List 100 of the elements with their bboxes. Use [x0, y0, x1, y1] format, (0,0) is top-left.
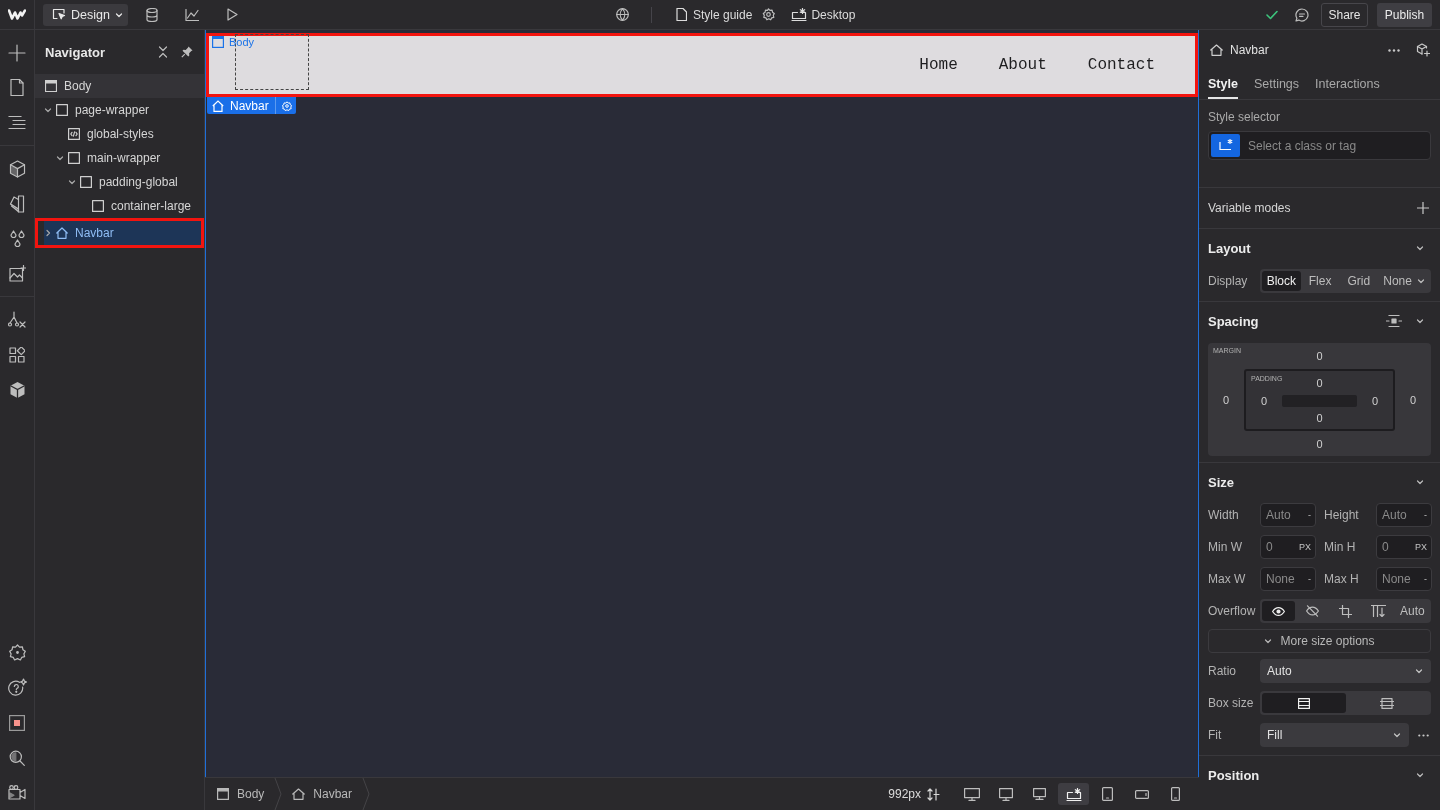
more-icon — [1388, 48, 1400, 52]
create-component-button[interactable] — [1415, 42, 1431, 58]
tablet-icon — [1102, 787, 1113, 801]
search-icon — [9, 749, 25, 766]
settings-icon — [8, 644, 26, 661]
navigator-item[interactable]: container-large — [35, 194, 204, 218]
swatch-icon — [8, 194, 26, 213]
cursor-box-icon — [52, 8, 66, 21]
page-button[interactable]: Style guide — [676, 1, 753, 28]
display-option[interactable]: Block — [1262, 271, 1301, 291]
spacing-icon[interactable] — [1386, 315, 1402, 327]
tab[interactable]: Settings — [1253, 70, 1300, 99]
caret-icon[interactable] — [56, 154, 64, 162]
display-option[interactable]: None — [1378, 271, 1417, 291]
more-size-options-button[interactable]: More size options — [1208, 629, 1431, 653]
display-option[interactable]: Grid — [1339, 271, 1379, 291]
margin-value[interactable]: 0 — [1395, 369, 1431, 431]
section-label: Variable modes — [1208, 201, 1291, 215]
navigator-item[interactable]: global-styles — [35, 122, 204, 146]
logo-icon[interactable] — [8, 9, 26, 20]
caret-icon[interactable] — [1417, 277, 1425, 285]
resize-icon[interactable] — [927, 787, 940, 801]
section-title: Spacing — [1208, 313, 1259, 329]
tag-label: Navbar — [230, 98, 269, 113]
padding-value[interactable]: 0 — [1282, 371, 1357, 395]
flow-icon — [8, 310, 26, 329]
navigator-item[interactable]: page-wrapper — [35, 98, 204, 122]
breakpoint-button[interactable]: Desktop — [791, 1, 856, 28]
margin-value[interactable]: 0 — [1208, 369, 1244, 431]
window-icon — [212, 36, 224, 48]
monitor-star-icon — [1065, 787, 1082, 801]
window-icon — [217, 788, 229, 800]
margin-value[interactable]: 0 — [1244, 431, 1395, 456]
gear-icon — [761, 8, 775, 21]
tab[interactable]: Style — [1208, 70, 1238, 99]
navigator-item[interactable]: padding-global — [35, 170, 204, 194]
margin-value[interactable]: 0 — [1244, 343, 1395, 369]
eye-icon — [1272, 606, 1286, 616]
publish-button[interactable]: Publish — [1377, 2, 1432, 27]
cube-icon — [8, 159, 26, 178]
settings-icon[interactable] — [281, 100, 292, 111]
box-size-option[interactable] — [1262, 693, 1346, 713]
content-box-icon — [1380, 697, 1395, 709]
ratio-dropdown[interactable]: Auto — [1260, 659, 1431, 683]
chevron-icon[interactable] — [1416, 244, 1424, 252]
window-icon — [45, 80, 57, 92]
fit-dropdown[interactable]: Fill — [1260, 723, 1409, 747]
caret-icon — [1264, 637, 1273, 645]
monitor-icon — [998, 787, 1013, 801]
nav-link[interactable]: Contact — [1087, 56, 1155, 74]
navigator-item[interactable]: Body — [35, 74, 204, 98]
chevron-icon[interactable] — [1416, 478, 1424, 486]
display-option[interactable]: Flex — [1300, 271, 1340, 291]
nav-link[interactable]: About — [998, 56, 1047, 74]
chevron-icon[interactable] — [1416, 317, 1424, 325]
unit-label[interactable]: PX — [1415, 542, 1427, 552]
navigator-item[interactable]: Navbar — [35, 218, 204, 248]
padding-value[interactable]: 0 — [1357, 395, 1393, 407]
overflow-option[interactable]: Auto — [1395, 601, 1430, 621]
apps-icon — [9, 346, 25, 363]
caret-icon[interactable] — [44, 106, 52, 114]
home-icon — [212, 99, 224, 112]
pin-icon — [181, 46, 193, 58]
home-icon — [292, 788, 306, 800]
page-icon — [10, 79, 24, 96]
element-label: Body — [229, 36, 255, 48]
property-label: Max W — [1208, 572, 1247, 586]
pin-button[interactable] — [180, 45, 194, 59]
padding-value[interactable]: 0 — [1246, 395, 1282, 407]
home-icon — [56, 227, 68, 239]
eye-off-icon — [1305, 605, 1319, 617]
square-icon — [68, 152, 80, 164]
caret-icon[interactable] — [44, 229, 52, 237]
square-icon — [9, 714, 25, 731]
border-box-icon — [1297, 697, 1310, 709]
share-button[interactable]: Share — [1321, 2, 1368, 27]
breadcrumb[interactable]: Navbar — [292, 780, 353, 808]
caret-icon[interactable] — [68, 178, 76, 186]
cube-plus-icon — [1416, 43, 1430, 57]
canvas-width[interactable]: 992px — [888, 787, 921, 801]
nav-link[interactable]: Home — [919, 56, 958, 74]
breakpoint-button[interactable] — [1058, 783, 1089, 805]
collapse-icon — [158, 46, 168, 58]
caret-icon — [1393, 731, 1401, 739]
tab[interactable]: Interactions — [1315, 70, 1380, 99]
padding-value[interactable]: 0 — [1282, 407, 1357, 429]
breadcrumb[interactable]: Body — [217, 780, 265, 808]
navigator-item[interactable]: main-wrapper — [35, 146, 204, 170]
unit-label[interactable]: PX — [1299, 542, 1311, 552]
collapse-button[interactable] — [156, 45, 170, 59]
section-title: Position — [1208, 767, 1260, 783]
property-label: Height — [1324, 508, 1360, 522]
play-icon — [226, 8, 238, 21]
monitor-icon — [1033, 788, 1046, 800]
overflow-option[interactable] — [1262, 601, 1296, 621]
design-mode-button[interactable]: Design — [43, 3, 128, 26]
field-label: Style selector — [1208, 109, 1282, 126]
class-selector-field[interactable]: Select a class or tag — [1208, 131, 1431, 160]
add-button[interactable] — [1415, 200, 1431, 216]
chevron-icon[interactable] — [1416, 771, 1424, 779]
